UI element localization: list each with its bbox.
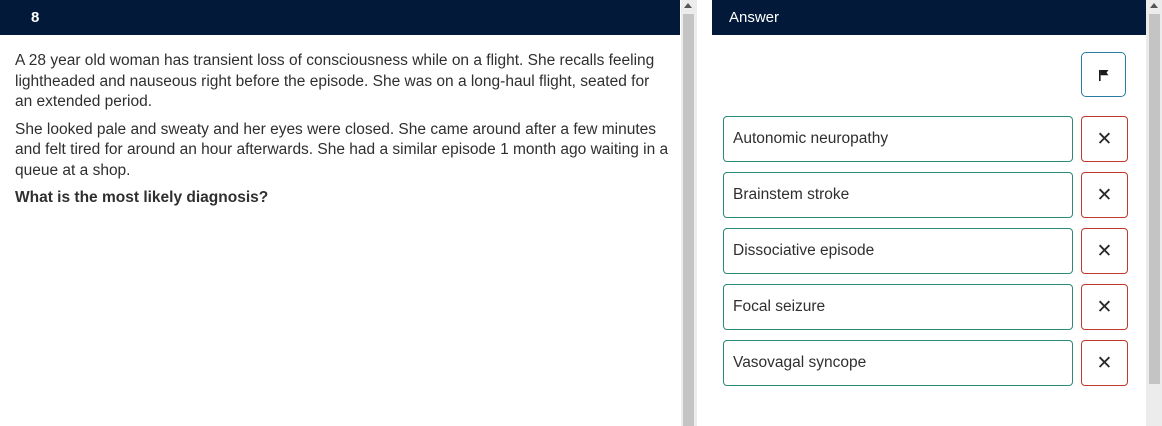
left-scrollbar[interactable]	[681, 0, 697, 426]
stem-paragraph-1: A 28 year old woman has transient loss o…	[15, 52, 655, 110]
scrollbar-thumb[interactable]	[1149, 14, 1160, 384]
right-scrollbar[interactable]	[1146, 0, 1162, 426]
question-pane: 8 A 28 year old woman has transient loss…	[0, 0, 680, 426]
strike-option-5-button[interactable]: ✕	[1081, 340, 1128, 386]
flag-question-button[interactable]	[1081, 52, 1126, 97]
close-icon: ✕	[1096, 297, 1113, 318]
question-number: 8	[31, 9, 40, 26]
answer-title: Answer	[729, 9, 780, 26]
strike-option-2-button[interactable]: ✕	[1081, 172, 1128, 218]
answer-option-autonomic-neuropathy[interactable]: Autonomic neuropathy	[723, 116, 1073, 162]
option-label: Vasovagal syncope	[733, 354, 867, 371]
flag-icon	[1099, 70, 1109, 81]
strike-option-1-button[interactable]: ✕	[1081, 116, 1128, 162]
answer-header: Answer	[712, 0, 1146, 35]
option-label: Autonomic neuropathy	[733, 130, 889, 147]
question-stem: A 28 year old woman has transient loss o…	[15, 51, 670, 216]
scroll-up-arrow-icon[interactable]	[1150, 3, 1158, 8]
answer-option-focal-seizure[interactable]: Focal seizure	[723, 284, 1073, 330]
strike-option-3-button[interactable]: ✕	[1081, 228, 1128, 274]
scroll-up-arrow-icon[interactable]	[684, 3, 692, 8]
close-icon: ✕	[1096, 185, 1113, 206]
answer-option-dissociative-episode[interactable]: Dissociative episode	[723, 228, 1073, 274]
strike-option-4-button[interactable]: ✕	[1081, 284, 1128, 330]
option-label: Brainstem stroke	[733, 186, 850, 203]
answer-pane: Answer Autonomic neuropathy ✕ Brainstem …	[697, 0, 1146, 426]
option-label: Dissociative episode	[733, 242, 875, 259]
question-header: 8	[0, 0, 680, 35]
close-icon: ✕	[1096, 241, 1113, 262]
stem-paragraph-2: She looked pale and sweaty and her eyes …	[15, 120, 669, 179]
option-label: Focal seizure	[733, 298, 826, 315]
close-icon: ✕	[1096, 129, 1113, 150]
scrollbar-thumb[interactable]	[683, 14, 694, 426]
question-prompt: What is the most likely diagnosis?	[15, 189, 269, 206]
answer-option-vasovagal-syncope[interactable]: Vasovagal syncope	[723, 340, 1073, 386]
close-icon: ✕	[1096, 353, 1113, 374]
answer-option-brainstem-stroke[interactable]: Brainstem stroke	[723, 172, 1073, 218]
